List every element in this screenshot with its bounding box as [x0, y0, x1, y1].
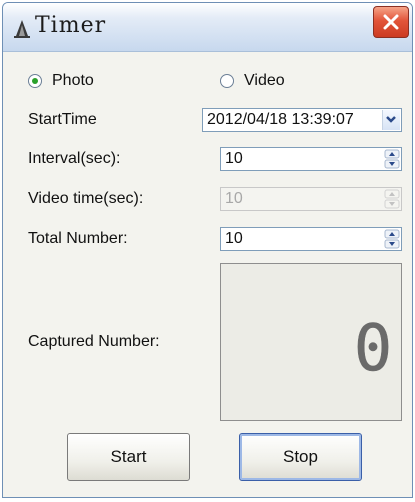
radio-selected-icon: [28, 74, 42, 88]
start-time-picker[interactable]: 2012/04/18 13:39:07: [202, 108, 402, 132]
title-bar[interactable]: Timer: [3, 3, 412, 52]
interval-spinner[interactable]: 10: [220, 147, 402, 171]
stop-button[interactable]: Stop: [239, 433, 362, 481]
captured-number-display: 0: [220, 263, 402, 421]
timer-window: Timer Photo Video StartTime 2012/04/18 1…: [2, 2, 413, 498]
video-time-value: 10: [225, 190, 243, 207]
captured-number-label: Captured Number:: [28, 333, 160, 350]
start-button[interactable]: Start: [67, 433, 190, 481]
timer-form: Photo Video StartTime 2012/04/18 13:39:0…: [3, 52, 412, 497]
spin-arrows-icon: [384, 189, 400, 209]
photo-radio[interactable]: Photo: [28, 72, 94, 90]
total-number-value: 10: [225, 230, 243, 247]
timer-app-icon: [14, 20, 30, 38]
video-radio[interactable]: Video: [220, 72, 285, 90]
date-dropdown-button[interactable]: [382, 110, 400, 130]
start-time-value: 2012/04/18 13:39:07: [207, 111, 354, 128]
close-icon: [383, 14, 399, 30]
video-time-label: Video time(sec):: [28, 190, 144, 207]
captured-number-value: 0: [355, 314, 391, 374]
interval-value: 10: [225, 150, 243, 167]
spin-arrows-icon[interactable]: [384, 149, 400, 169]
captured-number-digit: 0: [355, 314, 391, 374]
radio-unselected-icon: [220, 74, 234, 88]
window-title: Timer: [35, 13, 107, 38]
total-number-spinner[interactable]: 10: [220, 227, 402, 251]
total-number-label: Total Number:: [28, 230, 128, 247]
chevron-down-icon: [386, 116, 396, 123]
start-time-label: StartTime: [28, 111, 97, 128]
interval-label: Interval(sec):: [28, 150, 121, 167]
close-button[interactable]: [373, 6, 409, 38]
photo-radio-label: Photo: [52, 72, 94, 89]
video-radio-label: Video: [244, 72, 285, 89]
spin-arrows-icon[interactable]: [384, 229, 400, 249]
video-time-spinner: 10: [220, 187, 402, 211]
